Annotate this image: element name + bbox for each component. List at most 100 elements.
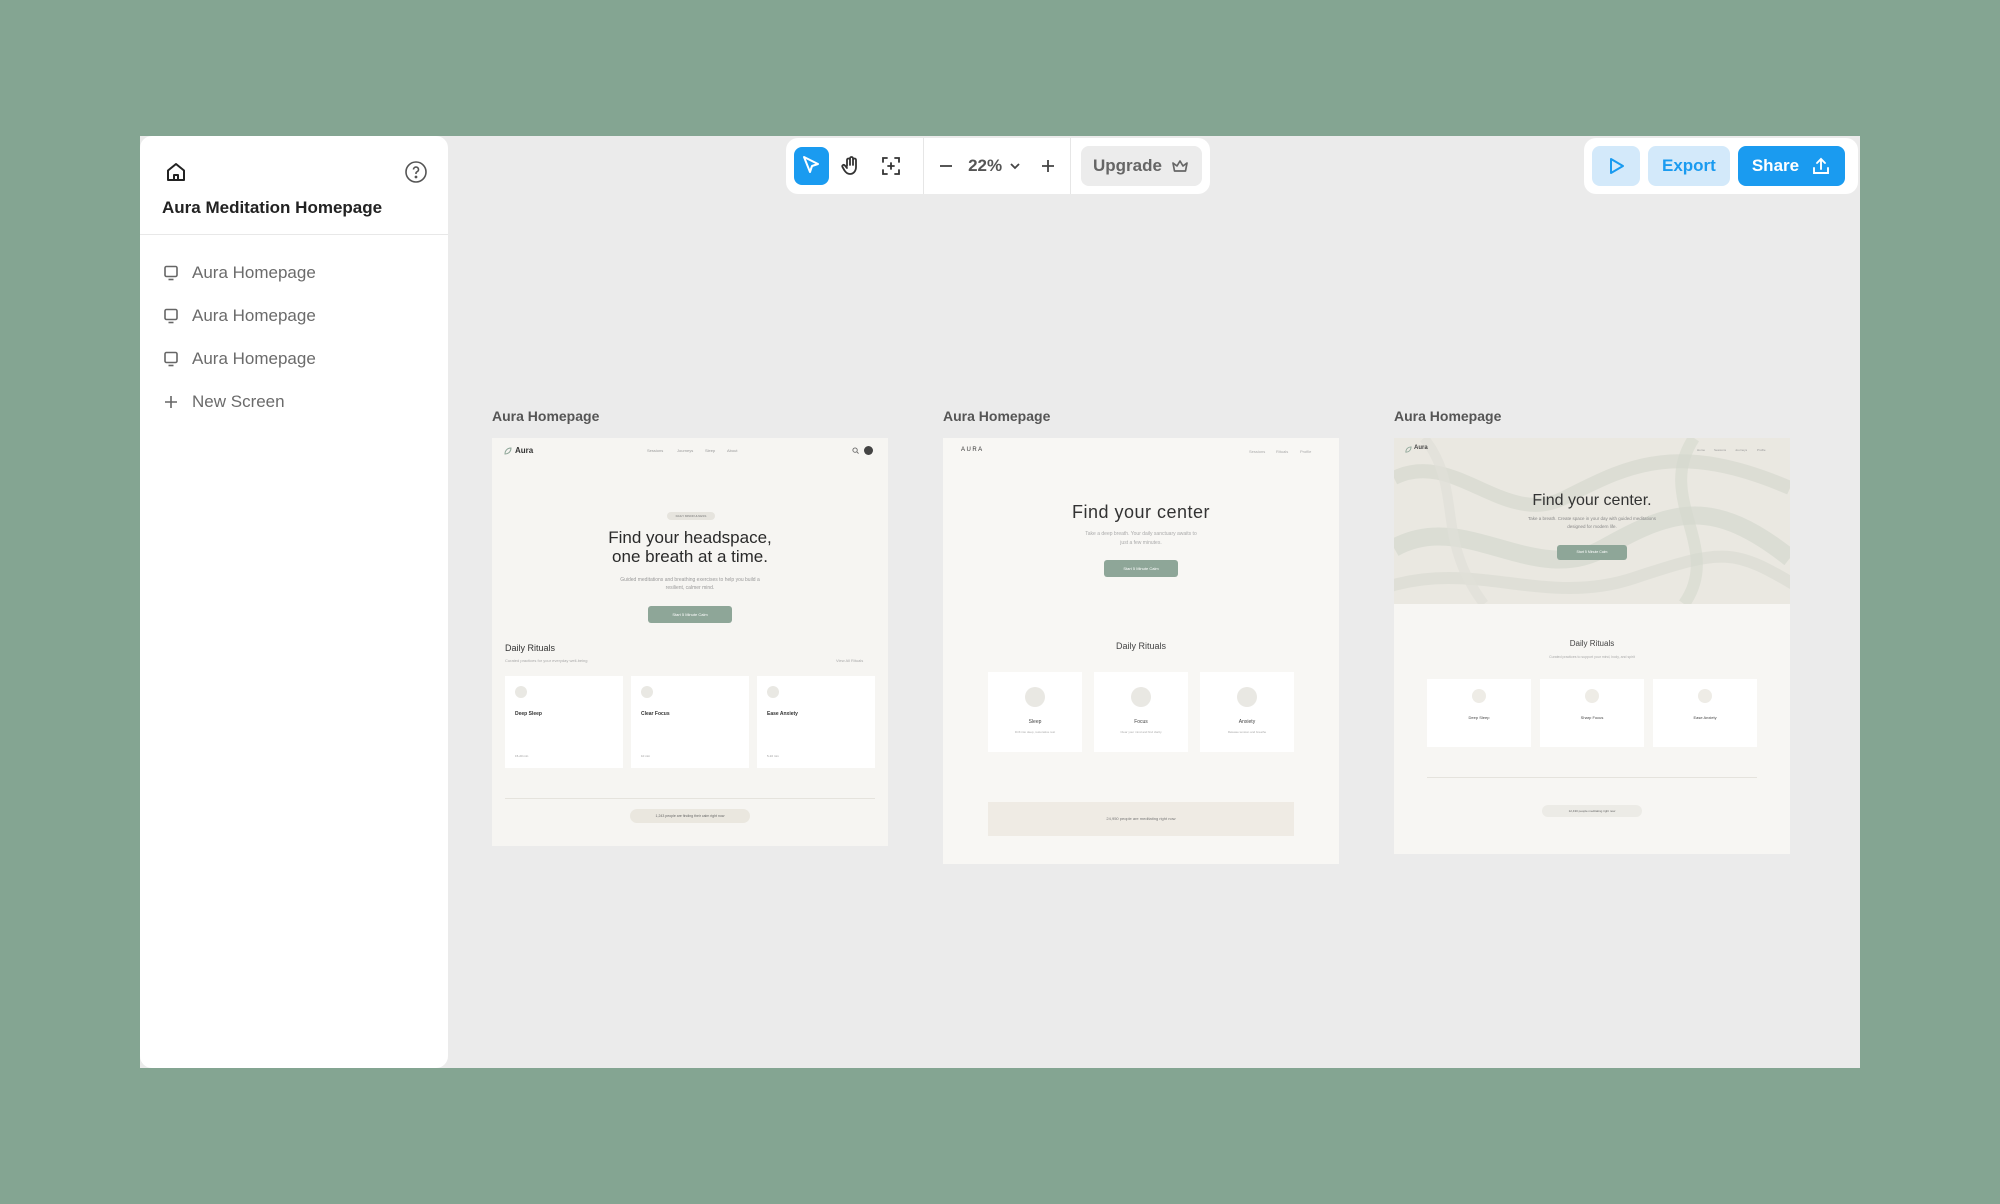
screen3-card-3: Ease Anxiety <box>1653 679 1757 747</box>
screen1-nav-4: About <box>727 448 738 453</box>
screen1-section-title: Daily Rituals <box>505 643 556 653</box>
card-desc: Drift into deep, restorative rest <box>1014 730 1056 734</box>
card-desc: Clear your mind and find clarity <box>1120 730 1162 734</box>
upgrade-label: Upgrade <box>1093 156 1162 175</box>
screen2-card-1: Sleep Drift into deep, restorative rest <box>988 672 1082 752</box>
screen1-card-3: Ease Anxiety 5-10 min <box>757 676 875 768</box>
canvas-toolbar: 22% Upgrade <box>786 138 1210 194</box>
screen-label-1[interactable]: Aura Homepage <box>492 408 599 424</box>
screen3-section-title: Daily Rituals <box>1569 639 1615 648</box>
card-meta: 10 min <box>641 754 651 758</box>
screen2-nav-3: Profile <box>1300 449 1312 454</box>
divider <box>1427 777 1757 778</box>
zoom-level[interactable]: 22% <box>968 156 1002 176</box>
monitor-icon <box>164 351 178 366</box>
divider <box>505 798 875 799</box>
screen2-section-title: Daily Rituals <box>1115 641 1166 651</box>
hand-tool-button[interactable] <box>834 147 869 185</box>
screen1-nav-3: Sleep <box>705 448 716 453</box>
select-tool-button[interactable] <box>794 147 829 185</box>
screen1-section-sub: Curated practices for your everyday well… <box>505 658 588 663</box>
home-icon[interactable] <box>164 160 188 184</box>
screen2-card-3: Anxiety Release tension and breathe <box>1200 672 1294 752</box>
card-title: Deep Sleep <box>515 711 542 717</box>
screen1-footer-pill: 1,243 people are finding their calm righ… <box>630 809 750 823</box>
screen3-sub-2: designed for modern life. <box>1567 524 1617 529</box>
sidebar-item-label: Aura Homepage <box>192 262 316 282</box>
screen3-nav-2: Sessions <box>1714 448 1727 452</box>
minus-icon <box>940 165 953 167</box>
card-title: Deep Sleep <box>1468 715 1490 720</box>
screen-label-3[interactable]: Aura Homepage <box>1394 408 1501 424</box>
crown-icon <box>1172 160 1188 172</box>
screen3-footer-pill: 12,430 people meditating right now <box>1542 805 1642 817</box>
screen2-hero: Find your center <box>1071 502 1211 522</box>
leaf-logo-icon <box>504 447 512 455</box>
export-button[interactable]: Export <box>1648 146 1730 186</box>
chevron-down-icon[interactable] <box>1008 159 1022 173</box>
zoom-in-button[interactable] <box>1036 154 1060 178</box>
new-screen-label: New Screen <box>192 391 285 411</box>
sidebar-item-screen-2[interactable]: Aura Homepage <box>140 294 448 337</box>
monitor-icon <box>164 308 178 323</box>
screen3-nav-1: Home <box>1697 448 1706 452</box>
screen3-section-sub: Curated practices to support your mind, … <box>1549 655 1635 659</box>
moon-icon <box>515 686 527 698</box>
sidebar-item-screen-1[interactable]: Aura Homepage <box>140 251 448 294</box>
screen2-sub-1: Take a deep breath. Your daily sanctuary… <box>1085 531 1197 537</box>
screen2-card-2: Focus Clear your mind and find clarity <box>1094 672 1188 752</box>
screen3-nav-3: Journeys <box>1735 448 1748 452</box>
screen3-sub-1: Take a breath. Create space in your day … <box>1527 516 1657 521</box>
screen-list: Aura Homepage Aura Homepage Aura Homepag… <box>140 235 448 423</box>
new-screen-button[interactable]: New Screen <box>140 380 448 423</box>
screen1-nav-1: Sessions <box>647 448 664 453</box>
card-title: Sharp Focus <box>1580 715 1604 720</box>
sidebar-header: Aura Meditation Homepage <box>140 136 448 235</box>
screen1-nav-2: Journeys <box>677 448 694 453</box>
leaf-logo-icon <box>1405 446 1412 453</box>
screen2-sub-2: just a few minutes. <box>1120 540 1162 546</box>
card-meta: 5-10 min <box>767 754 779 758</box>
wind-icon <box>1237 687 1257 707</box>
screen1-card-1: Deep Sleep 15-20 min <box>505 676 623 768</box>
card-title: Anxiety <box>1238 719 1256 725</box>
screen1-cta-button: Start 5 Minute Calm <box>648 606 732 623</box>
card-desc: Release tension and breathe <box>1227 730 1267 734</box>
right-toolbar: Export Share <box>1584 138 1858 194</box>
wind-icon <box>1698 689 1712 703</box>
card-meta: 15-20 min <box>515 754 529 758</box>
screen-frame-1[interactable]: Aura Sessions Journeys Sleep About DAILY… <box>492 438 888 846</box>
zoom-out-button[interactable] <box>934 154 958 178</box>
screen-frame-3[interactable]: Aura Home Sessions Journeys Profile Find… <box>1394 438 1790 854</box>
screen2-nav-1: Sessions <box>1249 449 1266 454</box>
upgrade-button[interactable]: Upgrade <box>1081 146 1202 186</box>
toolbar-divider <box>1070 138 1071 194</box>
share-button[interactable]: Share <box>1737 146 1846 186</box>
screen-label-2[interactable]: Aura Homepage <box>943 408 1050 424</box>
screen3-hero: Find your center. <box>1532 492 1652 509</box>
screen3-logo: Aura <box>1414 445 1428 451</box>
card-title: Sleep <box>1028 719 1042 725</box>
share-label: Share <box>1751 156 1800 175</box>
help-icon[interactable] <box>404 160 428 184</box>
sidebar-item-label: Aura Homepage <box>192 348 316 368</box>
screen2-logo: AURA <box>961 447 984 453</box>
play-icon <box>1610 158 1624 174</box>
card-title: Clear Focus <box>641 711 670 717</box>
monitor-icon <box>164 265 178 280</box>
screen1-sub-2: resilient, calmer mind. <box>665 585 715 591</box>
sidebar: Aura Meditation Homepage Aura Homepage A… <box>140 136 448 1068</box>
project-title: Aura Meditation Homepage <box>162 198 383 217</box>
plus-icon <box>1042 160 1055 172</box>
sidebar-item-screen-3[interactable]: Aura Homepage <box>140 337 448 380</box>
preview-button[interactable] <box>1592 146 1640 186</box>
screen3-cta-button: Start 5 Minute Calm <box>1557 545 1627 560</box>
sidebar-item-label: Aura Homepage <box>192 305 316 325</box>
screen-frame-2[interactable]: AURA Sessions Rituals Profile Find your … <box>943 438 1339 864</box>
zoom-control: 22% <box>934 154 1060 178</box>
screen1-logo: Aura <box>515 446 534 455</box>
screen3-card-2: Sharp Focus <box>1540 679 1644 747</box>
target-icon <box>1131 687 1151 707</box>
moon-icon <box>1025 687 1045 707</box>
fit-frame-button[interactable] <box>873 147 908 185</box>
